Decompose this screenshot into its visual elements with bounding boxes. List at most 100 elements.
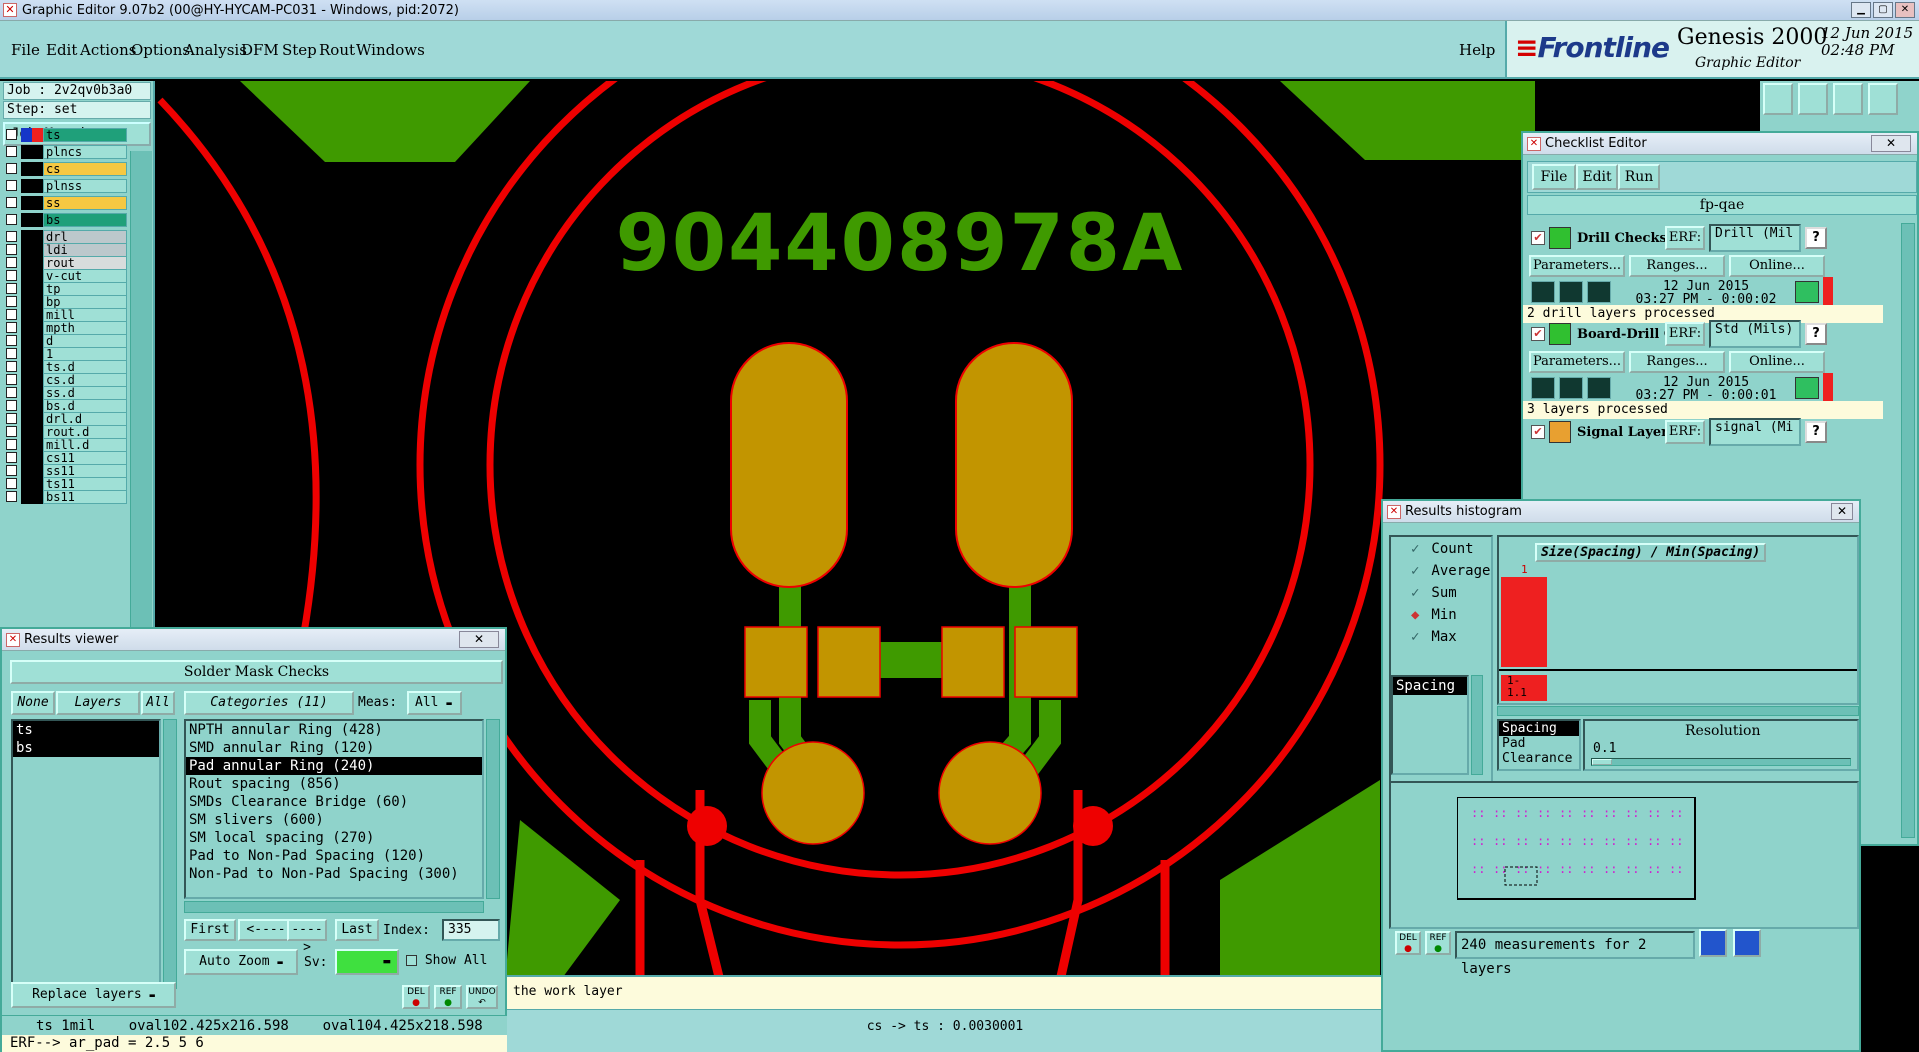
close-icon[interactable]: ✕ (459, 631, 499, 648)
layer-checkbox[interactable] (6, 413, 17, 424)
layer-checkbox[interactable] (6, 146, 17, 157)
first-button[interactable]: First (184, 919, 236, 941)
layer-row-bp[interactable]: bp (6, 295, 127, 309)
layer-checkbox[interactable] (6, 257, 17, 268)
help-icon[interactable]: ? (1805, 227, 1827, 249)
replace-layers-dropdown[interactable]: Replace layers ▬ (11, 982, 176, 1008)
undo-button[interactable]: UNDO ↶ (466, 985, 498, 1009)
help-icon[interactable]: ? (1805, 421, 1827, 443)
category-list[interactable]: NPTH annular Ring (428) SMD annular Ring … (184, 719, 484, 899)
layer-name[interactable]: ldi (43, 243, 127, 257)
layer-row-ss11[interactable]: ss11 (6, 464, 127, 478)
layer-checkbox[interactable] (6, 214, 17, 225)
layer-name[interactable]: ts (43, 128, 127, 142)
check-online-button[interactable]: Online... (1729, 351, 1825, 373)
layer-row-cs[interactable]: cs (6, 162, 127, 176)
zoom-results-icon[interactable] (1795, 281, 1819, 303)
layer-row-bs[interactable]: bs (6, 213, 127, 227)
meas-dropdown[interactable]: All ▬ (407, 691, 462, 715)
layer-row-cs-d[interactable]: cs.d (6, 373, 127, 387)
category-item[interactable]: Rout spacing (856) (186, 775, 482, 793)
menu-file[interactable]: File (11, 41, 40, 59)
erf-button[interactable]: ERF: (1665, 322, 1705, 346)
layer-row-tp[interactable]: tp (6, 282, 127, 296)
layer-name[interactable]: drl (43, 230, 127, 244)
layer-name[interactable]: mill (43, 308, 127, 322)
layer-name[interactable]: ts11 (43, 477, 127, 491)
layer-name[interactable]: ss.d (43, 386, 127, 400)
layer-name[interactable]: 1 (43, 347, 127, 361)
layer-name[interactable]: d (43, 334, 127, 348)
layer-row-mill[interactable]: mill (6, 308, 127, 322)
layer-row-cs11[interactable]: cs11 (6, 451, 127, 465)
category-item[interactable]: SMDs Clearance Bridge (60) (186, 793, 482, 811)
layer-checkbox[interactable] (6, 335, 17, 346)
category-item[interactable]: SM local spacing (270) (186, 829, 482, 847)
layer-row-ss-d[interactable]: ss.d (6, 386, 127, 400)
menu-dfm[interactable]: DFM (241, 41, 279, 59)
layer-row-ts11[interactable]: ts11 (6, 477, 127, 491)
erf-value-field[interactable]: signal (Mi (1709, 418, 1801, 446)
check-name[interactable]: Drill Checks (1577, 231, 1665, 246)
measure-list[interactable]: Spacing (1391, 675, 1469, 775)
menu-rout[interactable]: Rout (319, 41, 355, 59)
stop-check-icon[interactable] (1587, 281, 1611, 303)
layer-name[interactable]: bs11 (43, 490, 127, 504)
layer-name[interactable]: mill.d (43, 438, 127, 452)
layer-row-ts-d[interactable]: ts.d (6, 360, 127, 374)
stat-option-count[interactable]: ✓ Count (1411, 541, 1474, 557)
erf-value-field[interactable]: Drill (Mil (1709, 224, 1801, 252)
run-check-step-icon[interactable] (1559, 377, 1583, 399)
layer-results-list[interactable]: ts bs (11, 719, 161, 989)
layer-checkbox[interactable] (6, 478, 17, 489)
check-enabled-checkbox[interactable]: ✔ (1531, 231, 1545, 245)
check-ranges-button[interactable]: Ranges... (1629, 255, 1725, 277)
layer-checkbox[interactable] (6, 231, 17, 242)
stat-option-min[interactable]: ◆ Min (1411, 607, 1457, 623)
zoom-to-result-icon[interactable] (1699, 929, 1727, 957)
erf-button[interactable]: ERF: (1665, 420, 1705, 444)
layer-row-d[interactable]: d (6, 334, 127, 348)
erf-value-field[interactable]: Std (Mils) (1709, 320, 1801, 348)
layer-row-rout[interactable]: rout (6, 256, 127, 270)
close-icon[interactable]: ✕ (1831, 503, 1853, 520)
layers-button[interactable]: Layers (56, 691, 140, 715)
check-ranges-button[interactable]: Ranges... (1629, 351, 1725, 373)
zoom-home-icon[interactable] (1733, 929, 1761, 957)
type-item[interactable]: Spacing (1499, 721, 1579, 736)
stat-option-average[interactable]: ✓ Average (1411, 563, 1490, 579)
category-item[interactable]: Pad to Non-Pad Spacing (120) (186, 847, 482, 865)
layer-name[interactable]: plnss (43, 179, 127, 193)
check-online-button[interactable]: Online... (1729, 255, 1825, 277)
layer-name[interactable]: bp (43, 295, 127, 309)
run-check-icon[interactable] (1531, 281, 1555, 303)
layer-checkbox[interactable] (6, 374, 17, 385)
histogram-hscrollbar[interactable] (1497, 706, 1859, 716)
layer-name[interactable]: ss11 (43, 464, 127, 478)
index-input[interactable]: 335 (442, 919, 500, 941)
category-list-scrollbar[interactable] (486, 719, 500, 899)
menu-options[interactable]: Options (131, 41, 190, 59)
auto-zoom-dropdown[interactable]: Auto Zoom ▬ (184, 949, 298, 975)
previous-button[interactable]: <---- (238, 919, 294, 941)
minimize-button[interactable]: ▁ (1851, 2, 1871, 18)
layer-name[interactable]: v-cut (43, 269, 127, 283)
type-item[interactable]: Pad (1499, 736, 1579, 751)
result-layer-item[interactable]: ts (13, 721, 159, 739)
measure-list-scrollbar[interactable] (1471, 675, 1483, 775)
layer-checkbox[interactable] (6, 129, 17, 140)
help-icon[interactable]: ? (1805, 323, 1827, 345)
category-list-hscrollbar[interactable] (184, 901, 484, 913)
layer-checkbox[interactable] (6, 452, 17, 463)
check-enabled-checkbox[interactable]: ✔ (1531, 425, 1545, 439)
layer-results-scrollbar[interactable] (163, 719, 177, 989)
category-item[interactable]: SM slivers (600) (186, 811, 482, 829)
type-item[interactable]: Clearance (1499, 751, 1579, 766)
del-button[interactable]: DEL ● (402, 985, 430, 1009)
layer-row-1[interactable]: 1 (6, 347, 127, 361)
layer-checkbox[interactable] (6, 387, 17, 398)
layer-checkbox[interactable] (6, 465, 17, 476)
checklist-menu-edit[interactable]: Edit (1576, 164, 1618, 190)
show-all-checkbox[interactable]: Show All (406, 953, 487, 968)
result-layer-item[interactable]: bs (13, 739, 159, 757)
